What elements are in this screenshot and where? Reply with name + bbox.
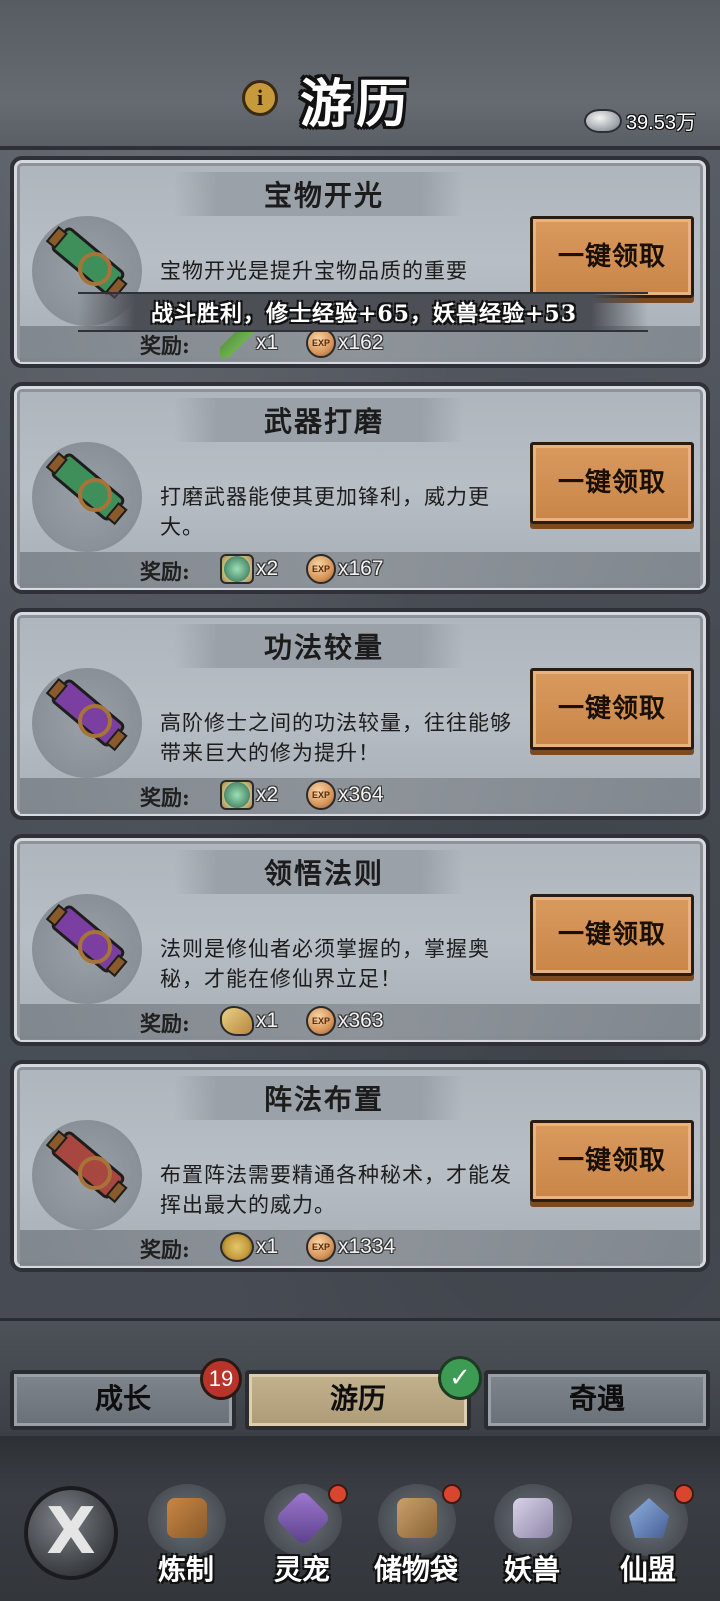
quest-description: 法则是修仙者必须掌握的，掌握奥秘，才能在修仙界立足！ [160, 937, 490, 991]
exp-icon: EXP [306, 1232, 336, 1262]
page-title: 游历 [300, 74, 413, 135]
reward-label: 奖励: [140, 785, 190, 810]
header: i 游历 39.53万 [0, 0, 720, 150]
scroll-icon [32, 1120, 142, 1230]
quest-title: 宝物开光 [263, 179, 384, 212]
reward-label: 奖励: [140, 559, 190, 584]
currency-value: 39.53万 [625, 112, 696, 134]
reward-label: 奖励: [140, 333, 190, 358]
reward-item: x2 [220, 554, 278, 584]
nav-label: 炼制 [157, 1553, 214, 1586]
alert-dot [442, 1484, 462, 1504]
quest-title: 武器打磨 [263, 405, 384, 438]
reward-item: x1 [220, 1232, 278, 1262]
reward-item: x2 [220, 780, 278, 810]
nav-label: 妖兽 [503, 1553, 560, 1586]
jade-talisman-icon [220, 780, 254, 810]
claim-all-button[interactable]: 一键领取 [530, 216, 694, 298]
forge-icon [148, 1484, 226, 1556]
reward-qty: x1 [256, 331, 279, 354]
quest-description: 布置阵法需要精通各种秘术，才能发挥出最大的威力。 [160, 1163, 512, 1217]
reward-exp: EXP x167 [306, 554, 384, 584]
claim-all-button[interactable]: 一键领取 [530, 1120, 694, 1202]
scroll-tie [78, 1156, 112, 1190]
check-icon: ✓ [438, 1356, 482, 1400]
exp-qty: x162 [338, 331, 384, 354]
quest-card: 宝物开光 宝物开光是提升宝物品质的重要 一键领取 奖励: x1 EXP x162… [10, 156, 710, 368]
nav-forge[interactable]: 炼制 [134, 1484, 238, 1594]
reward-exp: EXP x364 [306, 780, 384, 810]
silver-ingot-icon [583, 108, 622, 133]
nav-storage-bag[interactable]: 储物袋 [364, 1484, 468, 1594]
quest-title: 阵法布置 [263, 1083, 384, 1116]
quest-description: 打磨武器能使其更加锋利，威力更大。 [160, 485, 490, 539]
currency-display: 39.53万 [583, 106, 696, 135]
reward-item: x1 [220, 1006, 278, 1036]
quest-description: 宝物开光是提升宝物品质的重要 [160, 259, 468, 283]
nav-label: 储物袋 [373, 1553, 458, 1586]
quest-title: 领悟法则 [263, 857, 384, 890]
scroll-tie [78, 252, 112, 286]
reward-exp: EXP x162 [306, 328, 384, 358]
alert-dot [328, 1484, 348, 1504]
nav-spirit-pet[interactable]: 灵宠 [250, 1484, 354, 1594]
demon-beast-icon [494, 1484, 572, 1556]
claim-all-button[interactable]: 一键领取 [530, 442, 694, 524]
exp-icon: EXP [306, 554, 336, 584]
reward-qty: x1 [256, 1235, 279, 1258]
scroll-icon [32, 894, 142, 1004]
reward-label: 奖励: [140, 1011, 190, 1036]
reward-qty: x1 [256, 1009, 279, 1032]
scroll-icon [32, 668, 142, 778]
quest-card: 功法较量 高阶修士之间的功法较量，往往能够带来巨大的修为提升！ 一键领取 奖励:… [10, 608, 710, 820]
exp-icon: EXP [306, 328, 336, 358]
herb-icon [220, 328, 254, 358]
toast-message: 战斗胜利，修士经验+65，妖兽经验+53 [150, 301, 578, 327]
exp-qty: x167 [338, 557, 384, 580]
claim-all-button[interactable]: 一键领取 [530, 894, 694, 976]
tab-encounter[interactable]: 奇遇 [484, 1370, 710, 1430]
yinyang-token-icon [220, 1232, 254, 1262]
reward-label: 奖励: [140, 1237, 190, 1262]
reward-qty: x2 [256, 557, 279, 580]
close-button[interactable]: X [24, 1486, 118, 1580]
info-icon[interactable]: i [242, 80, 278, 116]
quest-description: 高阶修士之间的功法较量，往往能够带来巨大的修为提升！ [160, 711, 512, 765]
scroll-tie [78, 704, 112, 738]
jade-talisman-icon [220, 554, 254, 584]
cloud-scroll-icon [220, 1006, 254, 1036]
alert-dot [674, 1484, 694, 1504]
exp-icon: EXP [306, 780, 336, 810]
exp-icon: EXP [306, 1006, 336, 1036]
reward-qty: x2 [256, 783, 279, 806]
scroll-tie [78, 478, 112, 512]
reward-exp: EXP x1334 [306, 1232, 395, 1262]
quest-card: 阵法布置 布置阵法需要精通各种秘术，才能发挥出最大的威力。 一键领取 奖励: x… [10, 1060, 710, 1272]
claim-all-button[interactable]: 一键领取 [530, 668, 694, 750]
exp-qty: x363 [338, 1009, 384, 1032]
scroll-icon [32, 442, 142, 552]
exp-qty: x1334 [338, 1235, 396, 1258]
reward-item: x1 [220, 328, 278, 358]
reward-exp: EXP x363 [306, 1006, 384, 1036]
quest-card: 领悟法则 法则是修仙者必须掌握的，掌握奥秘，才能在修仙界立足！ 一键领取 奖励:… [10, 834, 710, 1046]
quest-title: 功法较量 [263, 631, 384, 664]
scroll-tie [78, 930, 112, 964]
nav-label: 仙盟 [619, 1553, 676, 1586]
nav-label: 灵宠 [273, 1553, 330, 1586]
notification-badge: 19 [200, 1358, 242, 1400]
exp-qty: x364 [338, 783, 384, 806]
nav-immortal-guild[interactable]: 仙盟 [596, 1484, 700, 1594]
nav-demon-beast[interactable]: 妖兽 [480, 1484, 584, 1594]
quest-card: 武器打磨 打磨武器能使其更加锋利，威力更大。 一键领取 奖励: x2 EXP x… [10, 382, 710, 594]
